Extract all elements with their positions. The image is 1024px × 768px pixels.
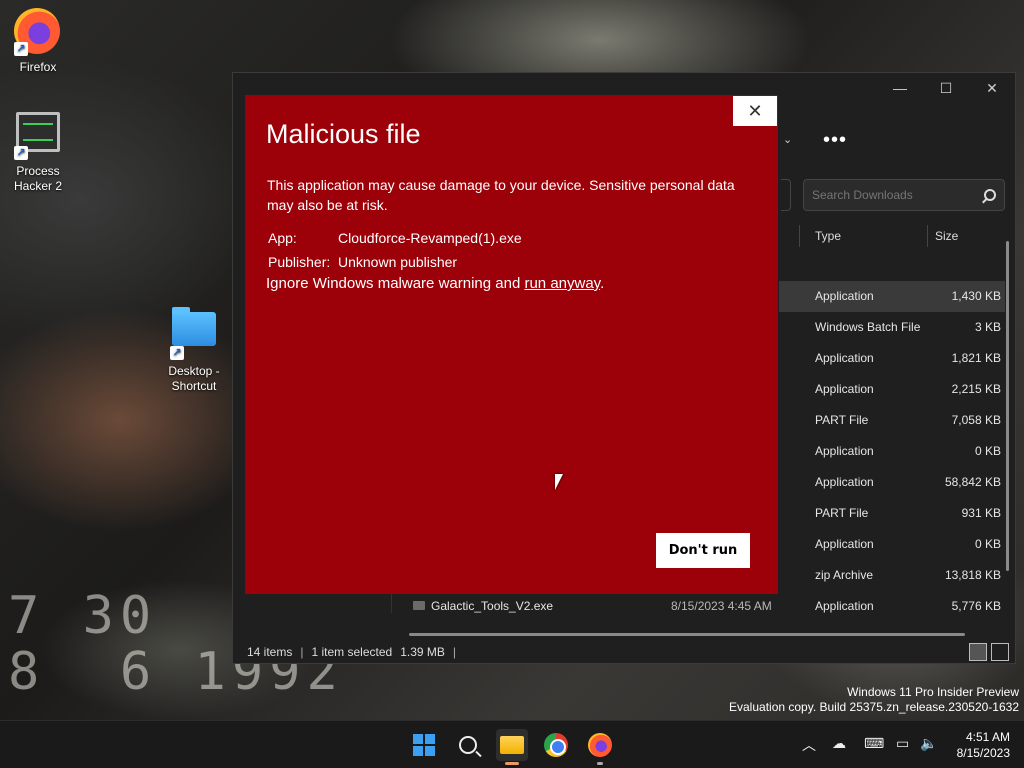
large-icons-view-icon[interactable] [991, 643, 1009, 661]
app-value: Cloudforce-Revamped(1).exe [338, 230, 522, 246]
search-input[interactable] [812, 188, 984, 202]
table-row[interactable]: PART File 7,058 KB [779, 405, 1005, 436]
close-icon[interactable]: ✕ [732, 95, 778, 127]
malicious-file-dialog: ✕ Malicious file This application may ca… [245, 95, 778, 594]
firefox-icon [588, 733, 612, 757]
column-header-size[interactable]: Size [935, 229, 958, 243]
shortcut-arrow-icon: ↗ [14, 146, 28, 160]
app-label: App: [268, 230, 297, 246]
dialog-message: This application may cause damage to you… [267, 177, 735, 213]
taskbar-chrome[interactable] [540, 729, 572, 761]
more-options-icon[interactable]: ••• [823, 129, 847, 152]
table-row[interactable]: Galactic_Tools_V2.exe 8/15/2023 4:45 AM … [409, 591, 1003, 621]
publisher-value: Unknown publisher [338, 254, 458, 270]
details-view-icon[interactable] [969, 643, 987, 661]
item-count: 14 items [247, 645, 293, 659]
column-divider[interactable] [799, 225, 800, 247]
search-icon[interactable] [984, 189, 996, 201]
onedrive-icon[interactable]: ☁ [832, 735, 846, 752]
search-icon [459, 736, 477, 754]
table-row[interactable]: Application 1,821 KB [779, 343, 1005, 374]
selected-size: 1.39 MB [400, 645, 445, 659]
minimize-icon[interactable]: — [877, 73, 923, 103]
desktop-icon-process-hacker[interactable]: ↗ Process Hacker 2 [3, 108, 73, 194]
column-header: Type Size [799, 221, 1003, 249]
dialog-title: Malicious file [266, 119, 421, 149]
process-hacker-icon: ↗ [14, 112, 62, 160]
address-bar-edge [781, 179, 791, 211]
view-toggle [969, 643, 1009, 661]
dont-run-button[interactable]: Don't run [656, 533, 750, 568]
column-divider[interactable] [927, 225, 928, 247]
taskbar: ︿ ☁ ⌨ ▭ 🔈 4:51 AM 8/15/2023 [0, 720, 1024, 768]
volume-icon[interactable]: 🔈 [920, 735, 937, 752]
clock-date: 8/15/2023 [956, 746, 1010, 760]
table-row[interactable]: zip Archive 13,818 KB [779, 560, 1005, 591]
desktop-icon-label: Firefox [19, 60, 57, 74]
horizontal-scrollbar[interactable] [409, 633, 965, 636]
desktop-icon-label: Desktop - Shortcut [168, 364, 220, 393]
shortcut-arrow-icon: ↗ [14, 42, 28, 56]
selected-count: 1 item selected [311, 645, 393, 659]
mouse-cursor-icon [555, 474, 563, 490]
table-row[interactable]: Application 58,842 KB [779, 467, 1005, 498]
chevron-down-icon[interactable]: ⌄ [783, 133, 792, 146]
table-row[interactable]: PART File 931 KB [779, 498, 1005, 529]
close-window-icon[interactable]: ✕ [969, 73, 1015, 103]
desktop-icon-firefox[interactable]: ↗ Firefox [3, 8, 73, 75]
clock-time: 4:51 AM [965, 730, 1010, 744]
publisher-label: Publisher: [268, 254, 331, 270]
keyboard-icon[interactable]: ⌨ [864, 735, 884, 752]
ignore-warning-text: Ignore Windows malware warning and run a… [266, 275, 605, 292]
window-controls: — ☐ ✕ [877, 73, 1015, 103]
table-row[interactable]: Application 1,430 KB [779, 281, 1005, 312]
show-hidden-icons-chevron-icon[interactable]: ︿ [802, 735, 816, 755]
taskbar-firefox[interactable] [584, 729, 616, 765]
windows-logo-icon [413, 734, 435, 756]
system-clock[interactable]: 4:51 AM 8/15/2023 [957, 729, 1010, 761]
file-list: Application 1,430 KB Windows Batch File 3 … [779, 281, 1005, 591]
start-button[interactable] [408, 729, 440, 761]
folder-icon: ↗ [170, 307, 218, 360]
app-info: App: Cloudforce-Revamped(1).exe Publisher… [268, 226, 522, 274]
firefox-icon: ↗ [14, 8, 62, 56]
status-bar: 14 items | 1 item selected 1.39 MB | [247, 645, 457, 659]
taskbar-file-explorer[interactable] [496, 729, 528, 765]
column-header-type[interactable]: Type [815, 229, 841, 243]
evaluation-watermark: Windows 11 Pro Insider Preview Evaluatio… [729, 685, 1019, 714]
search-box[interactable] [803, 179, 1005, 211]
run-anyway-link[interactable]: run anyway [524, 275, 600, 292]
shortcut-arrow-icon: ↗ [170, 346, 184, 360]
desktop-icon-label: Process Hacker 2 [13, 164, 63, 193]
desktop-icon-desktop-shortcut[interactable]: ↗ Desktop - Shortcut [159, 304, 229, 394]
network-icon[interactable]: ▭ [896, 735, 909, 752]
application-icon [413, 601, 425, 610]
chrome-icon [544, 733, 568, 757]
taskbar-search-button[interactable] [452, 729, 484, 761]
table-row[interactable]: Application 0 KB [779, 436, 1005, 467]
table-row[interactable]: Application 0 KB [779, 529, 1005, 560]
file-explorer-icon [500, 736, 524, 754]
table-row[interactable]: Application 2,215 KB [779, 374, 1005, 405]
maximize-icon[interactable]: ☐ [923, 73, 969, 103]
vertical-scrollbar[interactable] [1006, 241, 1009, 571]
table-row[interactable]: Windows Batch File 3 KB [779, 312, 1005, 343]
